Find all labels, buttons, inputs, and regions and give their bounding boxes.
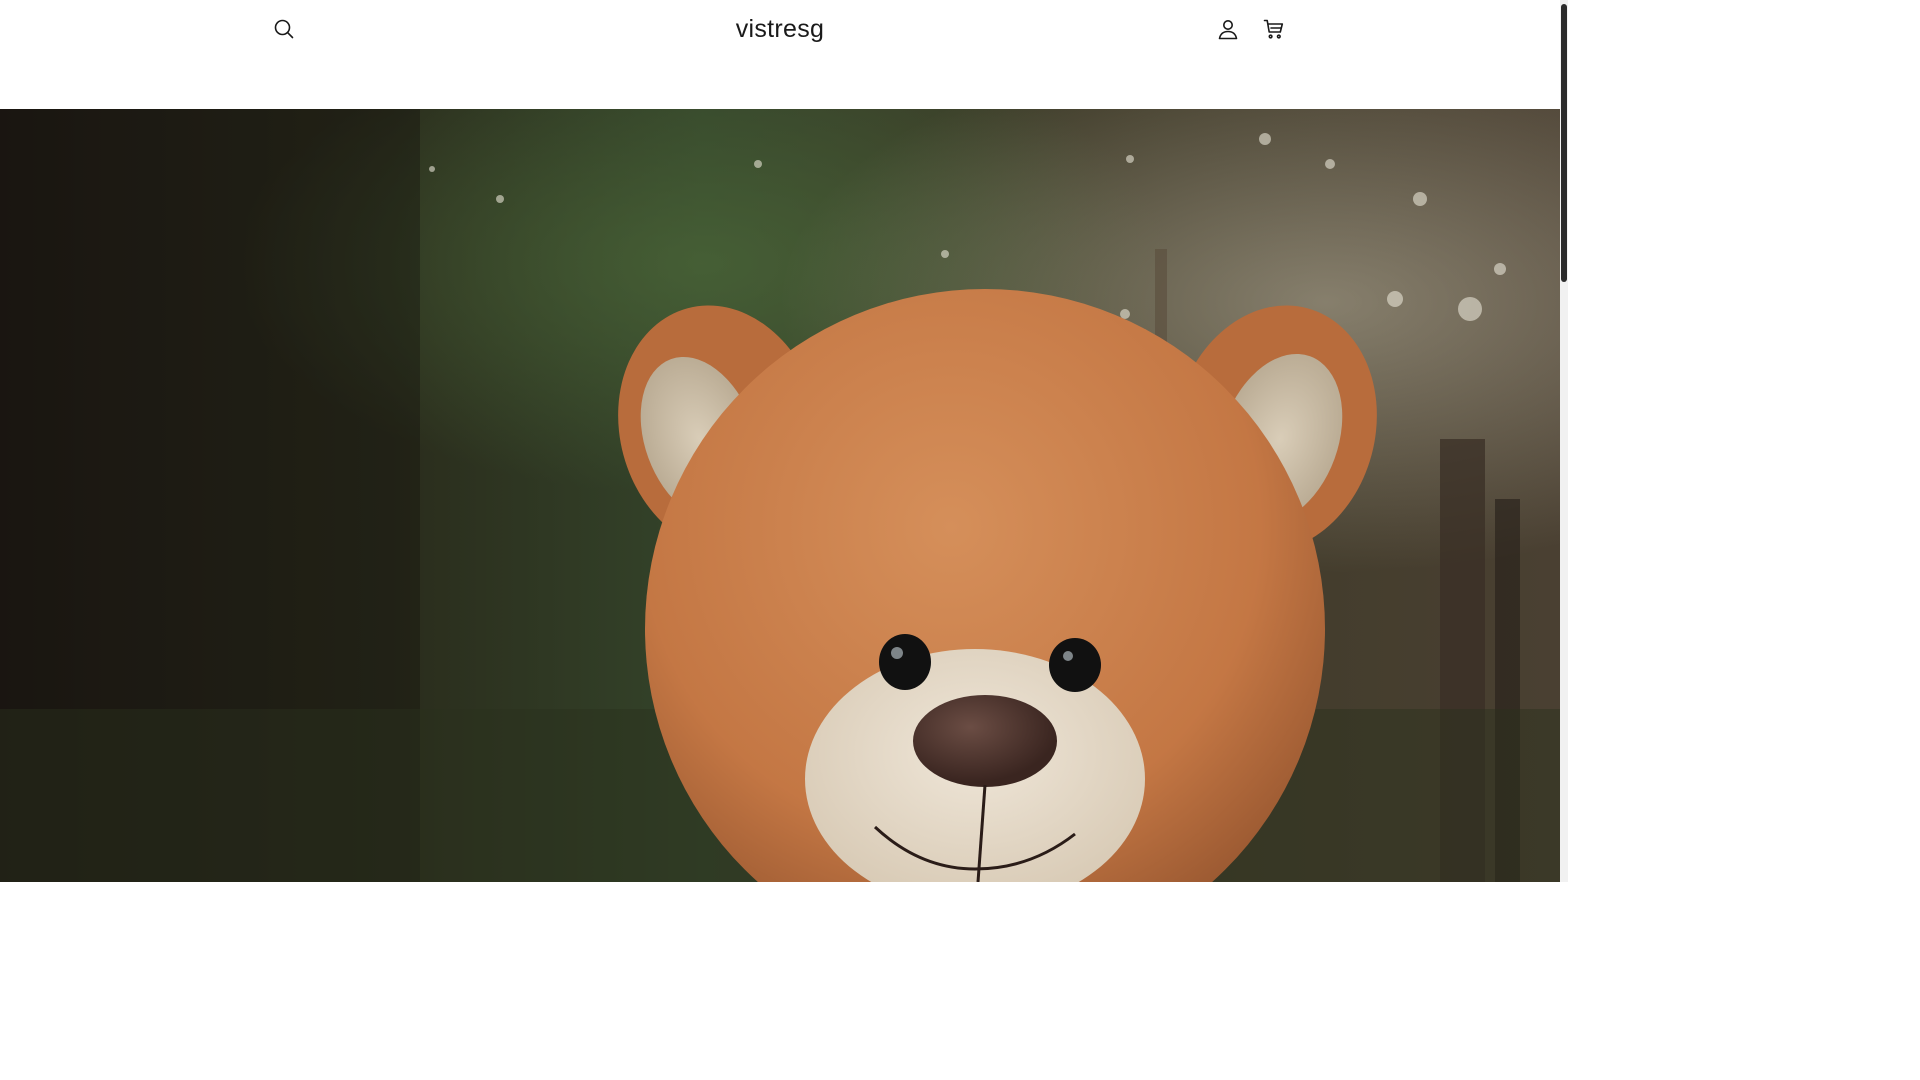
store-title[interactable]: vistresg bbox=[0, 12, 1560, 46]
cart-button[interactable] bbox=[1259, 14, 1289, 44]
site-header: vistresg bbox=[0, 0, 1560, 109]
hero-image-teddy-bear bbox=[0, 109, 1560, 882]
cart-icon bbox=[1263, 19, 1284, 39]
scrollbar[interactable] bbox=[1560, 0, 1568, 882]
hero-banner bbox=[0, 109, 1560, 882]
page: vistresg bbox=[0, 0, 1568, 882]
scrollbar-thumb[interactable] bbox=[1561, 4, 1567, 282]
account-button[interactable] bbox=[1213, 14, 1243, 44]
account-icon bbox=[1218, 20, 1238, 40]
